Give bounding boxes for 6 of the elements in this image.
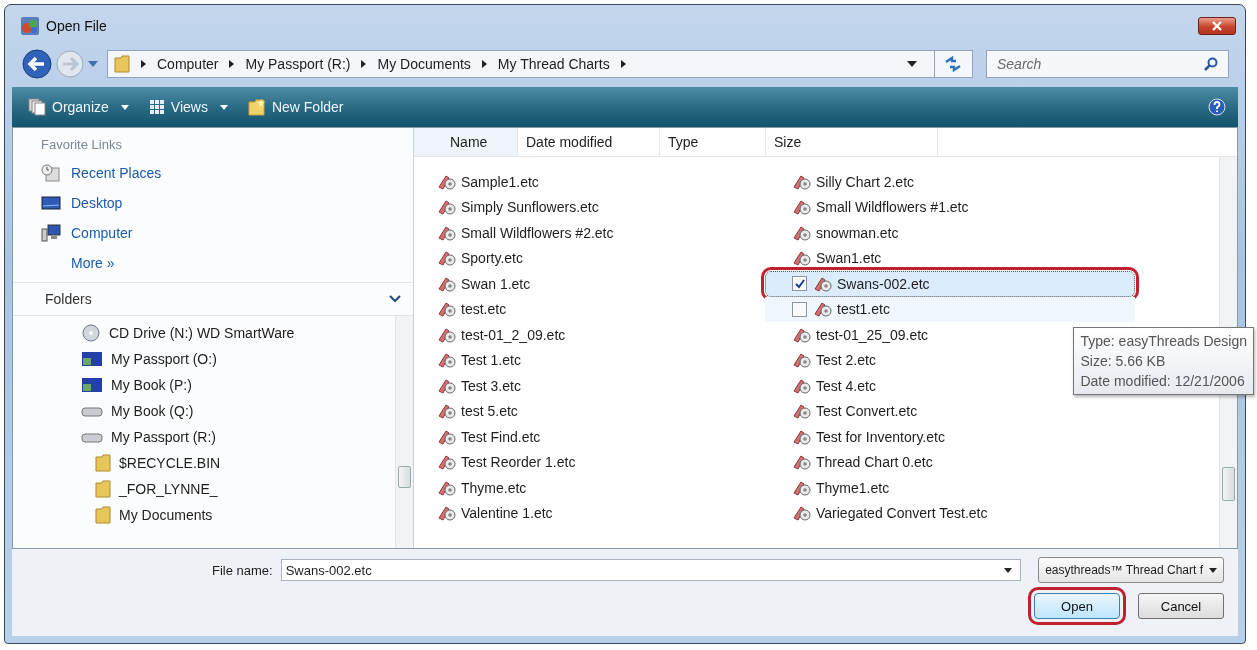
field-label: File name: — [212, 562, 273, 578]
tooltip-line: Date modified: 12/21/2006 — [1080, 372, 1246, 391]
section-title: Favorite Links — [41, 136, 123, 154]
tooltip-line: Type: easyThreads Design — [1080, 332, 1247, 351]
tooltip-line: Size: 5.66 KB — [1080, 352, 1167, 371]
window-title: Open File — [46, 18, 107, 34]
